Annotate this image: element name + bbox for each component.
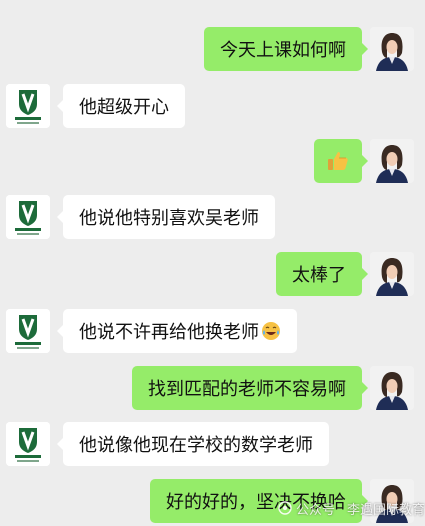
teacher-avatar[interactable] (370, 27, 414, 71)
chat-window: 今天上课如何啊 他超级开心 他说他特别喜欢吴老师 太棒了 他说不许再给他换老师 … (0, 0, 425, 526)
watermark-account-name: 李遇国际教育 (347, 502, 425, 518)
message-bubble-incoming[interactable]: 他说不许再给他换老师 (57, 309, 297, 353)
message-text: 今天上课如何啊 (220, 40, 346, 61)
watermark-prefix: 公众号 (296, 502, 336, 518)
watermark: 公众号 李遇国际教育 (278, 496, 425, 520)
school-logo-avatar[interactable] (6, 309, 50, 353)
teacher-avatar[interactable] (370, 252, 414, 296)
message-bubble-outgoing[interactable]: 找到匹配的老师不容易啊 (132, 366, 368, 410)
tears-of-joy-emoji-icon (262, 322, 280, 340)
school-logo-avatar[interactable] (6, 84, 50, 128)
teacher-avatar[interactable] (370, 139, 414, 183)
message-bubble-incoming[interactable]: 他超级开心 (57, 84, 185, 128)
message-bubble-outgoing[interactable]: 今天上课如何啊 (204, 27, 368, 71)
message-bubble-outgoing[interactable] (314, 139, 368, 183)
message-text: 他说像他现在学校的数学老师 (79, 435, 313, 456)
teacher-avatar[interactable] (370, 366, 414, 410)
message-text: 太棒了 (292, 265, 346, 286)
message-text: 他超级开心 (79, 97, 169, 118)
message-bubble-incoming[interactable]: 他说他特别喜欢吴老师 (57, 195, 275, 239)
wechat-official-account-icon (278, 501, 292, 515)
thumbs-up-icon (328, 152, 348, 170)
message-text: 他说他特别喜欢吴老师 (79, 208, 259, 229)
message-text: 他说不许再给他换老师 (79, 322, 259, 343)
message-text: 找到匹配的老师不容易啊 (148, 379, 346, 400)
school-logo-avatar[interactable] (6, 195, 50, 239)
message-bubble-incoming[interactable]: 他说像他现在学校的数学老师 (57, 422, 329, 466)
message-bubble-outgoing[interactable]: 太棒了 (276, 252, 368, 296)
school-logo-avatar[interactable] (6, 422, 50, 466)
